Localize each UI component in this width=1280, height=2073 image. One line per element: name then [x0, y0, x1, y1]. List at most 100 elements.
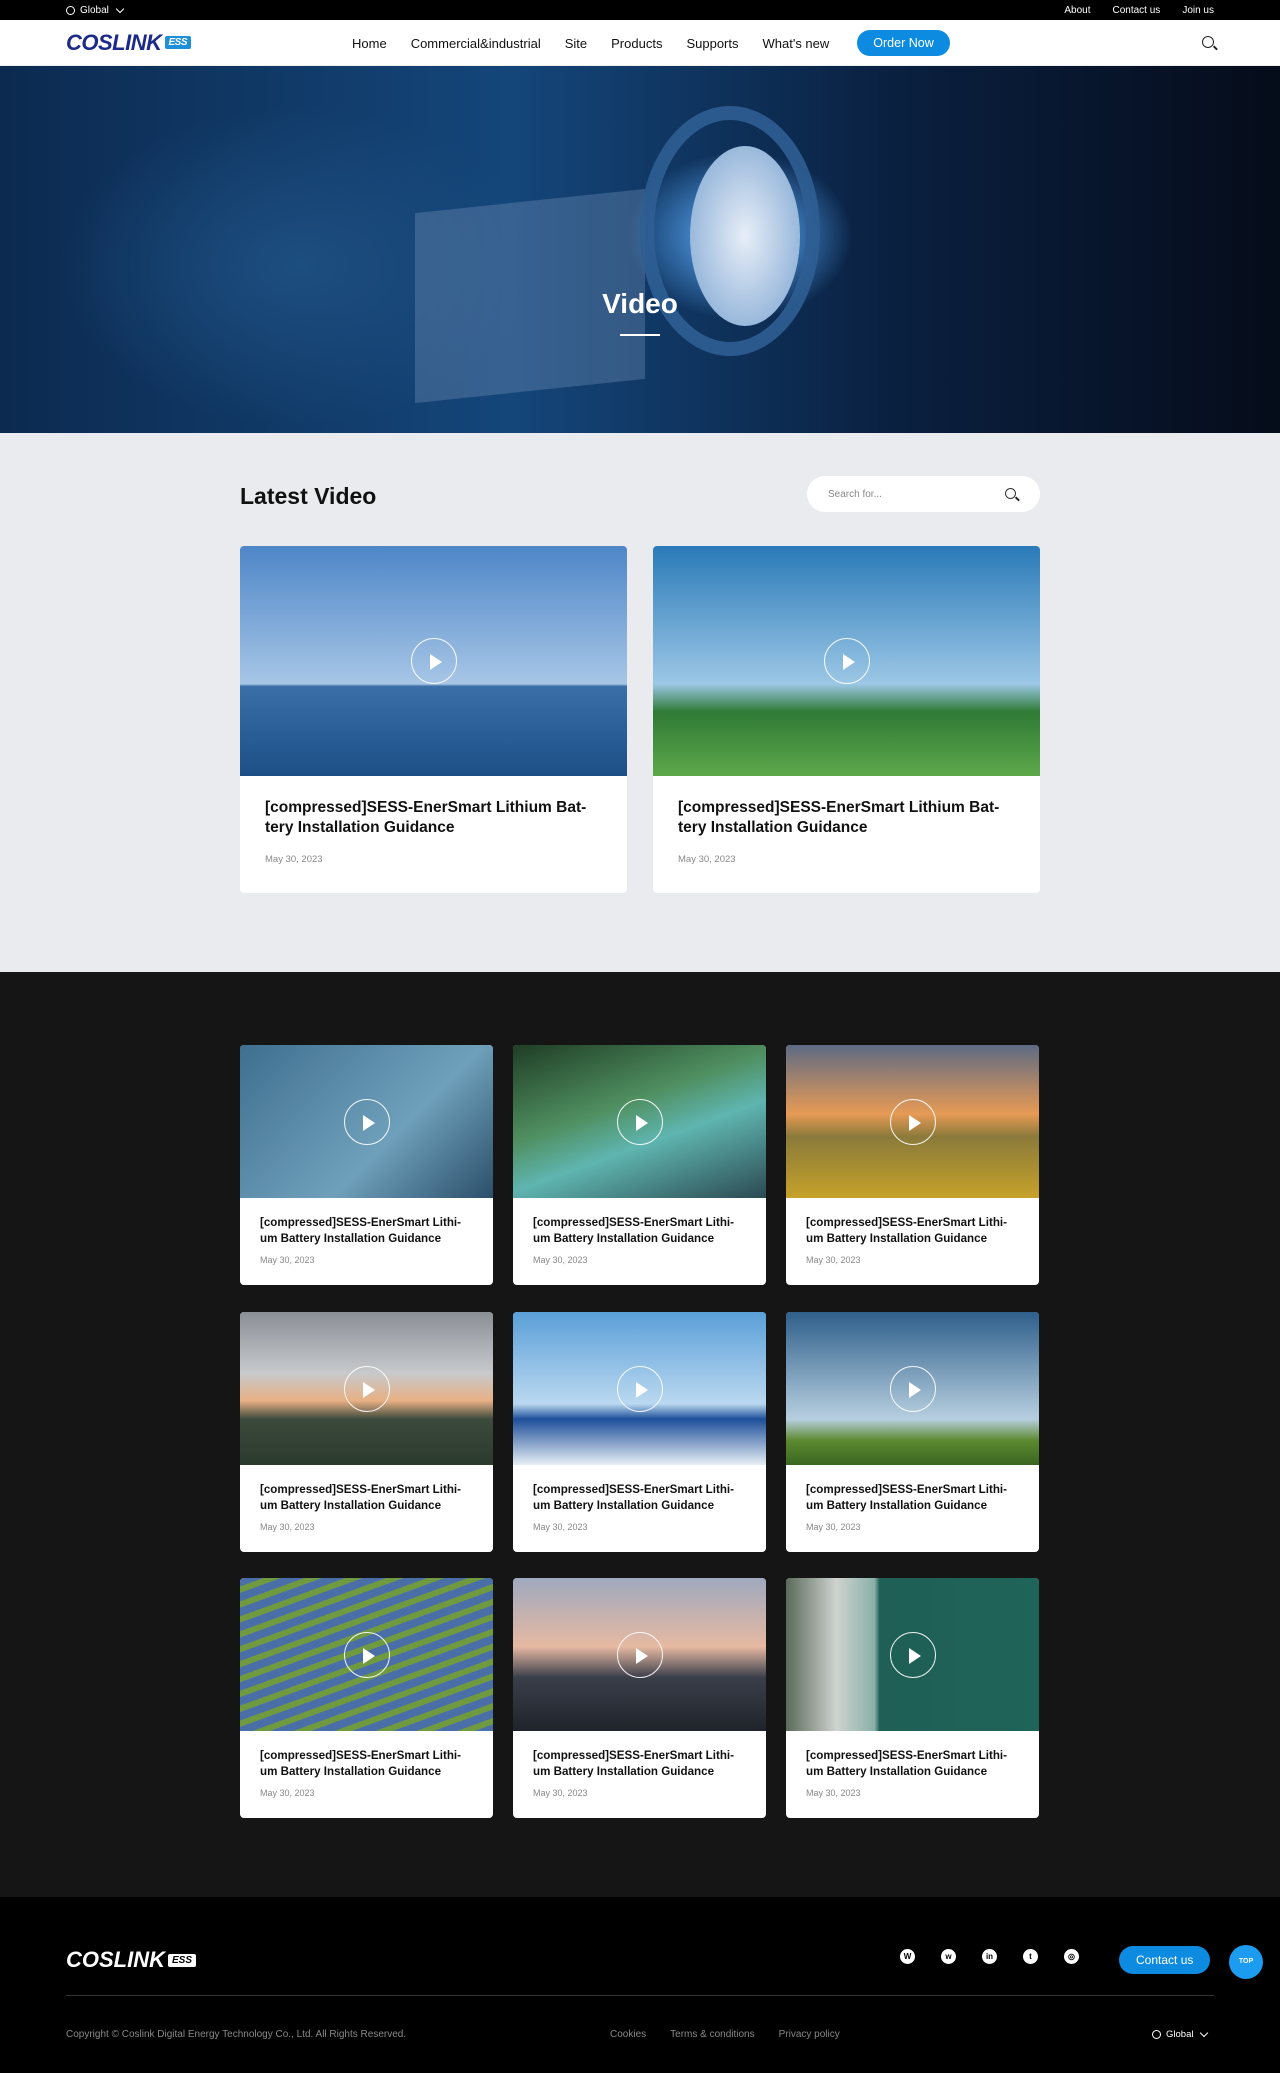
video-thumbnail	[240, 1045, 493, 1198]
hero-banner: Video	[0, 66, 1280, 433]
video-title[interactable]: [compressed]SESS-EnerSmart Lithium Bat-t…	[653, 798, 1040, 838]
footer-logo-tag: ESS	[168, 1953, 197, 1967]
video-thumbnail	[786, 1578, 1039, 1731]
video-title[interactable]: [compressed]SESS-EnerSmart Lithi-um Batt…	[240, 1215, 493, 1247]
back-to-top-button[interactable]: TOP	[1229, 1945, 1263, 1979]
whatsapp-icon[interactable]: W	[900, 1949, 915, 1964]
video-date: May 30, 2023	[806, 1788, 861, 1798]
nav-site[interactable]: Site	[565, 36, 587, 51]
page-title: Video	[602, 288, 678, 319]
chevron-down-icon	[115, 4, 125, 13]
play-icon[interactable]	[889, 1365, 936, 1412]
contact-us-button[interactable]: Contact us	[1119, 1946, 1211, 1974]
search-placeholder: Search for...	[828, 489, 882, 500]
video-grid-section: [compressed]SESS-EnerSmart Lithi-um Batt…	[0, 972, 1280, 1897]
video-date: May 30, 2023	[265, 854, 323, 865]
video-thumbnail	[513, 1578, 766, 1731]
video-title[interactable]: [compressed]SESS-EnerSmart Lithi-um Batt…	[513, 1748, 766, 1780]
video-card[interactable]: [compressed]SESS-EnerSmart Lithi-um Batt…	[786, 1578, 1039, 1818]
region-label: Global	[80, 4, 109, 16]
video-card[interactable]: [compressed]SESS-EnerSmart Lithium Bat-t…	[653, 546, 1040, 893]
video-thumbnail	[653, 546, 1040, 776]
region-selector[interactable]: Global	[66, 4, 125, 16]
play-icon[interactable]	[343, 1631, 390, 1678]
twitter-icon[interactable]: t	[1023, 1949, 1038, 1964]
about-link[interactable]: About	[1064, 5, 1090, 16]
video-date: May 30, 2023	[533, 1522, 588, 1532]
video-date: May 30, 2023	[678, 854, 736, 865]
video-title[interactable]: [compressed]SESS-EnerSmart Lithi-um Batt…	[513, 1215, 766, 1247]
play-icon[interactable]	[616, 1098, 663, 1145]
video-thumbnail	[240, 1578, 493, 1731]
footer-logo[interactable]: COSLINK ESS	[66, 1947, 197, 1973]
join-link[interactable]: Join us	[1182, 5, 1214, 16]
contact-link[interactable]: Contact us	[1113, 5, 1161, 16]
play-icon[interactable]	[343, 1098, 390, 1145]
video-card[interactable]: [compressed]SESS-EnerSmart Lithi-um Batt…	[513, 1578, 766, 1818]
video-card[interactable]: [compressed]SESS-EnerSmart Lithi-um Batt…	[513, 1312, 766, 1552]
wechat-icon[interactable]: w	[941, 1949, 956, 1964]
logo[interactable]: COSLINK ESS	[66, 29, 192, 56]
search-icon[interactable]	[1005, 488, 1016, 499]
nav-products[interactable]: Products	[611, 36, 662, 51]
video-date: May 30, 2023	[533, 1255, 588, 1265]
play-icon[interactable]	[889, 1631, 936, 1678]
section-heading: Latest Video	[240, 483, 377, 509]
nav-supports[interactable]: Supports	[686, 36, 738, 51]
video-title[interactable]: [compressed]SESS-EnerSmart Lithi-um Batt…	[786, 1215, 1039, 1247]
footer-logo-text: COSLINK	[66, 1947, 165, 1972]
video-card[interactable]: [compressed]SESS-EnerSmart Lithi-um Batt…	[240, 1578, 493, 1818]
play-icon[interactable]	[889, 1098, 936, 1145]
globe-icon	[66, 5, 75, 15]
video-date: May 30, 2023	[260, 1255, 315, 1265]
order-now-button[interactable]: Order Now	[857, 30, 950, 56]
video-title[interactable]: [compressed]SESS-EnerSmart Lithi-um Batt…	[513, 1482, 766, 1514]
terms-link[interactable]: Terms & conditions	[670, 2029, 754, 2040]
search-input[interactable]: Search for...	[807, 476, 1040, 512]
play-icon[interactable]	[616, 1631, 663, 1678]
logo-text: COSLINK	[66, 29, 162, 55]
video-thumbnail	[240, 1312, 493, 1465]
video-card[interactable]: [compressed]SESS-EnerSmart Lithi-um Batt…	[513, 1045, 766, 1285]
footer-divider	[66, 1995, 1214, 1996]
video-card[interactable]: [compressed]SESS-EnerSmart Lithi-um Batt…	[240, 1045, 493, 1285]
play-icon[interactable]	[410, 638, 457, 684]
nav-whats-new[interactable]: What's new	[763, 36, 830, 51]
latest-video-section: Latest Video Search for... [compressed]S…	[0, 433, 1280, 972]
video-title[interactable]: [compressed]SESS-EnerSmart Lithi-um Batt…	[786, 1482, 1039, 1514]
search-icon[interactable]	[1202, 36, 1214, 48]
main-nav: COSLINK ESS Home Commercial&industrial Si…	[0, 20, 1280, 66]
footer-region-selector[interactable]: Global	[1152, 2028, 1209, 2040]
nav-commercial[interactable]: Commercial&industrial	[411, 36, 541, 51]
footer: COSLINK ESS W w in t ◎ Contact us TOP Cop…	[0, 1897, 1280, 2073]
cookies-link[interactable]: Cookies	[610, 2029, 646, 2040]
video-date: May 30, 2023	[260, 1522, 315, 1532]
video-card[interactable]: [compressed]SESS-EnerSmart Lithi-um Batt…	[240, 1312, 493, 1552]
video-date: May 30, 2023	[533, 1788, 588, 1798]
video-card[interactable]: [compressed]SESS-EnerSmart Lithi-um Batt…	[786, 1312, 1039, 1552]
video-card[interactable]: [compressed]SESS-EnerSmart Lithi-um Batt…	[786, 1045, 1039, 1285]
play-icon[interactable]	[616, 1365, 663, 1412]
logo-tag: ESS	[164, 36, 192, 49]
play-icon[interactable]	[343, 1365, 390, 1412]
instagram-icon[interactable]: ◎	[1064, 1949, 1079, 1964]
top-bar: Global About Contact us Join us	[0, 0, 1280, 20]
video-thumbnail	[786, 1045, 1039, 1198]
video-card[interactable]: [compressed]SESS-EnerSmart Lithium Bat-t…	[240, 546, 627, 893]
privacy-link[interactable]: Privacy policy	[779, 2029, 840, 2040]
video-thumbnail	[786, 1312, 1039, 1465]
video-title[interactable]: [compressed]SESS-EnerSmart Lithium Bat-t…	[240, 798, 627, 838]
video-title[interactable]: [compressed]SESS-EnerSmart Lithi-um Batt…	[240, 1482, 493, 1514]
linkedin-icon[interactable]: in	[982, 1949, 997, 1964]
video-thumbnail	[513, 1312, 766, 1465]
video-title[interactable]: [compressed]SESS-EnerSmart Lithi-um Batt…	[240, 1748, 493, 1780]
video-thumbnail	[513, 1045, 766, 1198]
play-icon[interactable]	[823, 638, 870, 684]
nav-home[interactable]: Home	[352, 36, 387, 51]
video-date: May 30, 2023	[806, 1522, 861, 1532]
title-underline	[620, 334, 660, 336]
globe-icon	[1152, 2030, 1161, 2039]
footer-region-label: Global	[1166, 2029, 1194, 2040]
video-title[interactable]: [compressed]SESS-EnerSmart Lithi-um Batt…	[786, 1748, 1039, 1780]
copyright: Copyright © Coslink Digital Energy Techn…	[66, 2029, 407, 2040]
